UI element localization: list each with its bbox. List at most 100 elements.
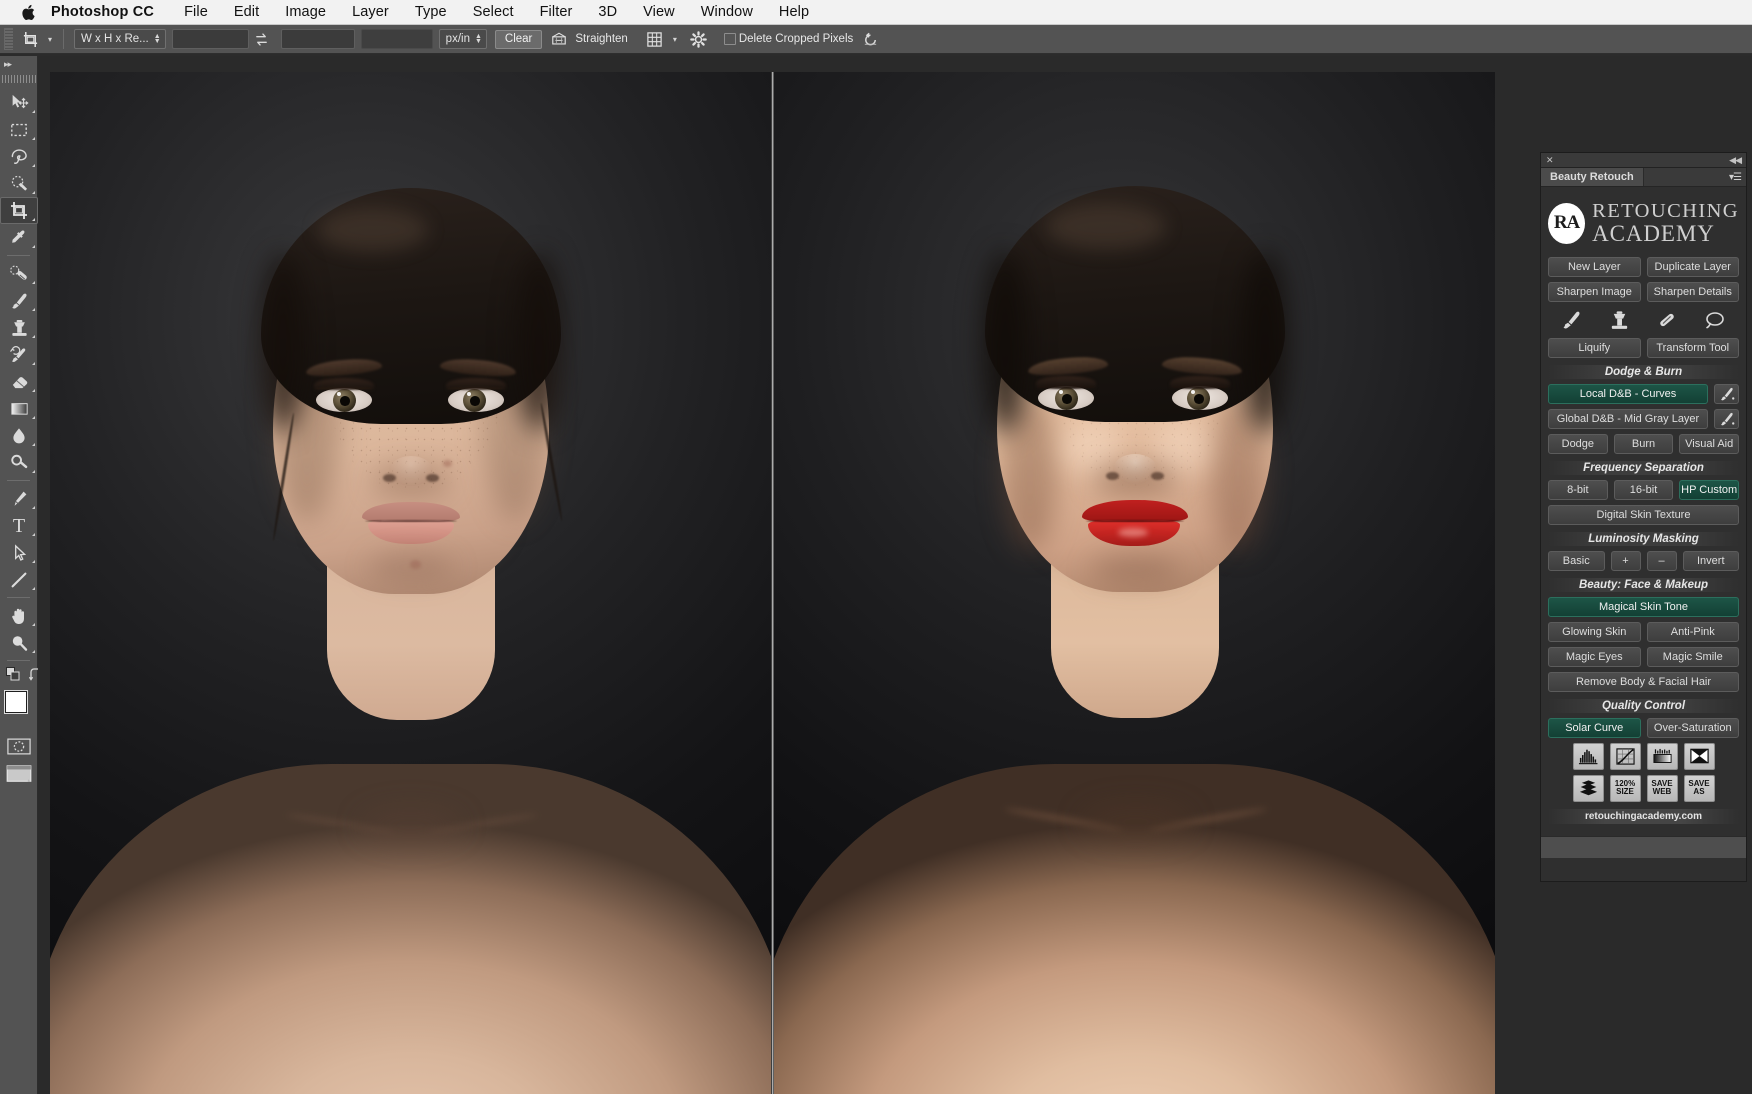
histogram-icon[interactable] [1573,743,1604,770]
hand-tool[interactable] [0,602,38,629]
tab-beauty-retouch[interactable]: Beauty Retouch [1541,168,1644,186]
eraser-tool[interactable] [0,368,38,395]
curves-icon[interactable] [1610,743,1641,770]
app-name[interactable]: Photoshop CC [42,4,171,20]
gear-icon[interactable] [686,27,712,51]
options-bar-grip[interactable] [4,28,13,50]
rectangular-marquee-tool[interactable] [0,116,38,143]
straighten-icon[interactable] [546,27,572,51]
sharpen-image-button[interactable]: Sharpen Image [1548,282,1641,302]
transform-tool-button[interactable]: Transform Tool [1647,338,1740,358]
lum-basic-button[interactable]: Basic [1548,551,1605,571]
spot-healing-brush-tool[interactable] [0,260,38,287]
close-icon[interactable]: ✕ [1546,156,1554,165]
line-tool[interactable] [0,566,38,593]
foreground-color-swatch[interactable] [5,691,27,713]
global-db-brush-icon[interactable] [1714,409,1739,429]
fs-hp-custom-button[interactable]: HP Custom [1679,480,1739,500]
lum-invert-button[interactable]: Invert [1683,551,1740,571]
liquify-button[interactable]: Liquify [1548,338,1641,358]
menu-item-select[interactable]: Select [460,4,527,20]
menu-item-type[interactable]: Type [402,4,460,20]
healing-brush-tool-icon[interactable] [1649,308,1685,332]
dodge-button[interactable]: Dodge [1548,434,1608,454]
quick-selection-tool[interactable] [0,170,38,197]
panel-menu-icon[interactable]: ▾☰ [1729,172,1741,183]
blur-tool[interactable] [0,422,38,449]
crop-overlay-grid-icon[interactable] [642,27,668,51]
eyedropper-tool[interactable] [0,224,38,251]
pen-tool[interactable] [0,485,38,512]
brush-tool-icon[interactable] [1554,308,1590,332]
local-db-curves-button[interactable]: Local D&B - Curves [1548,384,1708,404]
crop-resolution-input[interactable] [361,29,433,49]
menu-item-file[interactable]: File [171,4,221,20]
color-swatches[interactable] [0,689,38,733]
menu-item-window[interactable]: Window [688,4,766,20]
type-tool[interactable]: T [0,512,38,539]
move-tool[interactable] [0,89,38,116]
save-for-web-icon[interactable]: SAVEWEB [1647,775,1678,802]
visual-aid-button[interactable]: Visual Aid [1679,434,1739,454]
crop-tool-icon[interactable] [17,27,43,51]
global-db-midgray-button[interactable]: Global D&B - Mid Gray Layer [1548,409,1708,429]
brush-tool[interactable] [0,287,38,314]
layer-mask-icon[interactable] [1684,743,1715,770]
swap-width-height-icon[interactable] [249,27,275,51]
magic-eyes-button[interactable]: Magic Eyes [1548,647,1641,667]
sharpen-details-button[interactable]: Sharpen Details [1647,282,1740,302]
overlay-options-caret[interactable]: ▾ [668,27,682,51]
image-document[interactable] [50,72,1495,1094]
reset-icon[interactable] [857,27,883,51]
screen-mode-icon[interactable] [0,759,38,789]
apple-icon[interactable] [14,4,42,21]
duplicate-layer-button[interactable]: Duplicate Layer [1647,257,1740,277]
new-layer-button[interactable]: New Layer [1548,257,1641,277]
straighten-label[interactable]: Straighten [575,33,627,45]
delete-cropped-pixels-label[interactable]: Delete Cropped Pixels [739,33,853,45]
save-as-icon[interactable]: SAVEAS [1684,775,1715,802]
crop-width-input[interactable] [172,29,249,49]
magic-smile-button[interactable]: Magic Smile [1647,647,1740,667]
menu-item-3d[interactable]: 3D [585,4,630,20]
lasso-tool-icon[interactable] [1697,308,1733,332]
drag-grip-icon[interactable] [0,73,37,85]
solar-curve-button[interactable]: Solar Curve [1548,718,1641,738]
flatten-layers-icon[interactable] [1573,775,1604,802]
panel-url-label[interactable]: retouchingacademy.com [1548,809,1739,824]
panel-resize-footer[interactable] [1541,836,1746,858]
crop-tool-preset-caret[interactable]: ▾ [43,27,57,51]
lum-minus-button[interactable]: – [1647,551,1677,571]
after-retouch-portrait[interactable] [774,72,1495,1094]
resolution-units-select[interactable]: px/in ▲▼ [439,29,487,49]
collapse-to-icons-icon[interactable]: ◀◀ [1729,155,1741,166]
menu-item-image[interactable]: Image [272,4,339,20]
lasso-tool[interactable] [0,143,38,170]
gradient-map-icon[interactable] [1647,743,1678,770]
clone-stamp-tool[interactable] [0,314,38,341]
lum-plus-button[interactable]: + [1611,551,1641,571]
document-canvas[interactable] [38,56,1752,1094]
remove-body-facial-hair-button[interactable]: Remove Body & Facial Hair [1548,672,1739,692]
quick-mask-icon[interactable] [0,733,38,759]
local-db-brush-icon[interactable] [1714,384,1739,404]
crop-preset-select[interactable]: W x H x Re... ▲▼ [74,29,166,49]
fs-8bit-button[interactable]: 8-bit [1548,480,1608,500]
digital-skin-texture-button[interactable]: Digital Skin Texture [1548,505,1739,525]
history-brush-tool[interactable] [0,341,38,368]
burn-button[interactable]: Burn [1614,434,1674,454]
glowing-skin-button[interactable]: Glowing Skin [1548,622,1641,642]
beauty-retouch-panel[interactable]: ✕ ◀◀ Beauty Retouch ▾☰ RA RETOUCHING ACA… [1540,152,1747,882]
gradient-tool[interactable] [0,395,38,422]
default-colors-icon[interactable] [6,667,20,686]
menu-item-view[interactable]: View [630,4,688,20]
fs-16bit-button[interactable]: 16-bit [1614,480,1674,500]
before-retouch-portrait[interactable] [50,72,771,1094]
resize-120-icon[interactable]: 120%SIZE [1610,775,1641,802]
over-saturation-button[interactable]: Over-Saturation [1647,718,1740,738]
zoom-tool[interactable] [0,629,38,656]
clear-button[interactable]: Clear [495,30,542,49]
delete-cropped-pixels-checkbox[interactable] [724,33,736,45]
menu-item-filter[interactable]: Filter [527,4,586,20]
expand-panel-icon[interactable]: ▸▸ [0,56,37,72]
